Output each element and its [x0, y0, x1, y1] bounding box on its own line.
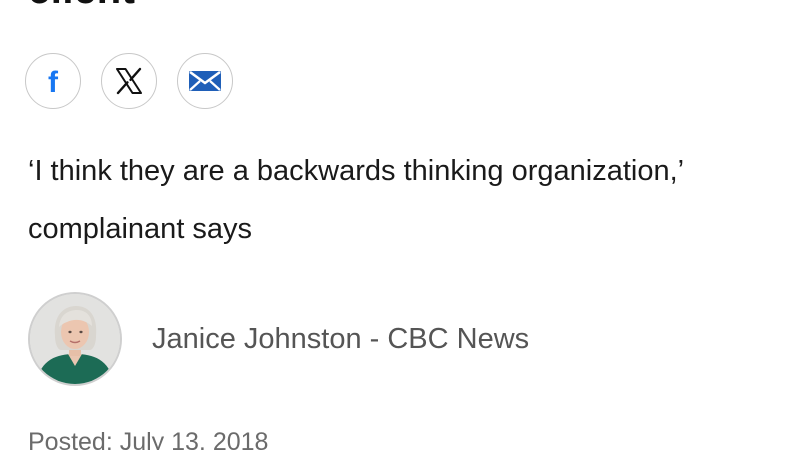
share-buttons: f: [25, 53, 233, 109]
posted-date: Posted: July 13, 2018: [28, 428, 269, 450]
author-link[interactable]: Janice Johnston - CBC News: [152, 323, 529, 356]
author-photo: [30, 294, 120, 384]
share-x-button[interactable]: [101, 53, 157, 109]
x-icon: [116, 67, 142, 95]
author-avatar: [28, 292, 122, 386]
share-facebook-button[interactable]: f: [25, 53, 81, 109]
email-icon: [189, 70, 221, 91]
share-email-button[interactable]: [177, 53, 233, 109]
article-deck: ‘I think they are a backwards thinking o…: [28, 155, 684, 245]
byline: Janice Johnston - CBC News: [28, 292, 529, 386]
article-headline: client: [28, 0, 135, 10]
facebook-icon: f: [48, 66, 59, 98]
article-page: client f ‘I think they are a backwards t…: [0, 0, 800, 450]
svg-text:f: f: [48, 66, 59, 98]
